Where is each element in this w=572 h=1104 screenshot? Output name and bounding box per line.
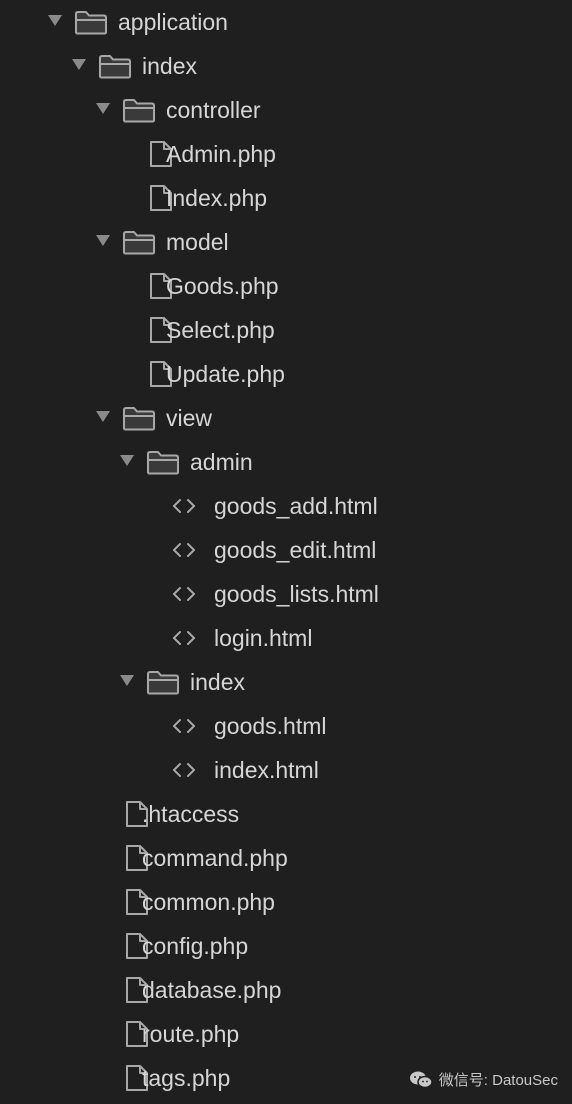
html-code-icon bbox=[170, 492, 198, 525]
folder-open-icon bbox=[122, 97, 156, 128]
tree-file-row[interactable]: login.html bbox=[0, 616, 572, 660]
tree-item-label: Admin.php bbox=[166, 141, 276, 167]
tree-file-row[interactable]: Index.php bbox=[0, 176, 572, 220]
folder-open-icon bbox=[74, 9, 108, 40]
tree-item-label: login.html bbox=[214, 625, 313, 651]
tree-file-row[interactable]: database.php bbox=[0, 968, 572, 1012]
tree-file-row[interactable]: Admin.php bbox=[0, 132, 572, 176]
tree-item-label: index.html bbox=[214, 757, 319, 783]
tree-file-row[interactable]: Goods.php bbox=[0, 264, 572, 308]
tree-file-row[interactable]: .htaccess bbox=[0, 792, 572, 836]
html-code-icon bbox=[170, 712, 198, 745]
tree-folder-row[interactable]: index bbox=[0, 44, 572, 88]
html-code-icon bbox=[170, 624, 198, 657]
disclosure-arrow-icon[interactable] bbox=[96, 235, 110, 246]
html-code-icon bbox=[170, 580, 198, 613]
tree-folder-row[interactable]: controller bbox=[0, 88, 572, 132]
disclosure-arrow-icon[interactable] bbox=[96, 103, 110, 114]
tree-item-label: .htaccess bbox=[142, 801, 240, 827]
tree-file-row[interactable]: goods.html bbox=[0, 704, 572, 748]
tree-file-row[interactable]: command.php bbox=[0, 836, 572, 880]
tree-item-label: Update.php bbox=[166, 361, 285, 387]
tree-folder-row[interactable]: view bbox=[0, 396, 572, 440]
tree-folder-row[interactable]: application bbox=[0, 0, 572, 44]
file-tree: application index controller Admin.php Index… bbox=[0, 0, 572, 1100]
tree-item-label: Index.php bbox=[166, 185, 268, 211]
folder-open-icon bbox=[146, 449, 180, 480]
html-code-icon bbox=[170, 536, 198, 569]
tree-item-label: config.php bbox=[142, 933, 249, 959]
tree-item-label: goods_lists.html bbox=[214, 581, 379, 607]
tree-file-row[interactable]: index.html bbox=[0, 748, 572, 792]
tree-item-label: index bbox=[142, 53, 197, 79]
wechat-icon bbox=[409, 1070, 433, 1090]
tree-item-label: common.php bbox=[142, 889, 275, 915]
tree-file-row[interactable]: Select.php bbox=[0, 308, 572, 352]
disclosure-arrow-icon[interactable] bbox=[48, 15, 62, 26]
tree-folder-row[interactable]: model bbox=[0, 220, 572, 264]
tree-folder-row[interactable]: index bbox=[0, 660, 572, 704]
watermark-text: 微信号: DatouSec bbox=[438, 1072, 558, 1089]
tree-item-label: goods.html bbox=[214, 713, 327, 739]
tree-item-label: Select.php bbox=[166, 317, 275, 343]
tree-file-row[interactable]: config.php bbox=[0, 924, 572, 968]
disclosure-arrow-icon[interactable] bbox=[72, 59, 86, 70]
tree-folder-row[interactable]: admin bbox=[0, 440, 572, 484]
folder-open-icon bbox=[122, 229, 156, 260]
tree-item-label: model bbox=[166, 229, 229, 255]
tree-file-row[interactable]: goods_edit.html bbox=[0, 528, 572, 572]
tree-item-label: admin bbox=[190, 449, 253, 475]
tree-item-label: command.php bbox=[142, 845, 288, 871]
html-code-icon bbox=[170, 756, 198, 789]
tree-file-row[interactable]: goods_add.html bbox=[0, 484, 572, 528]
disclosure-arrow-icon[interactable] bbox=[120, 455, 134, 466]
tree-item-label: goods_add.html bbox=[214, 493, 378, 519]
disclosure-arrow-icon[interactable] bbox=[120, 675, 134, 686]
tree-item-label: database.php bbox=[142, 977, 282, 1003]
tree-item-label: goods_edit.html bbox=[214, 537, 377, 563]
tree-item-label: Goods.php bbox=[166, 273, 279, 299]
folder-open-icon bbox=[98, 53, 132, 84]
tree-item-label: tags.php bbox=[142, 1065, 231, 1091]
tree-item-label: controller bbox=[166, 97, 261, 123]
tree-item-label: route.php bbox=[142, 1021, 240, 1047]
tree-file-row[interactable]: common.php bbox=[0, 880, 572, 924]
tree-file-row[interactable]: route.php bbox=[0, 1012, 572, 1056]
tree-item-label: application bbox=[118, 9, 228, 35]
tree-file-row[interactable]: Update.php bbox=[0, 352, 572, 396]
folder-open-icon bbox=[122, 405, 156, 436]
tree-item-label: view bbox=[166, 405, 213, 431]
disclosure-arrow-icon[interactable] bbox=[96, 411, 110, 422]
watermark: 微信号: DatouSec bbox=[409, 1069, 558, 1090]
tree-file-row[interactable]: goods_lists.html bbox=[0, 572, 572, 616]
folder-open-icon bbox=[146, 669, 180, 700]
tree-item-label: index bbox=[190, 669, 245, 695]
